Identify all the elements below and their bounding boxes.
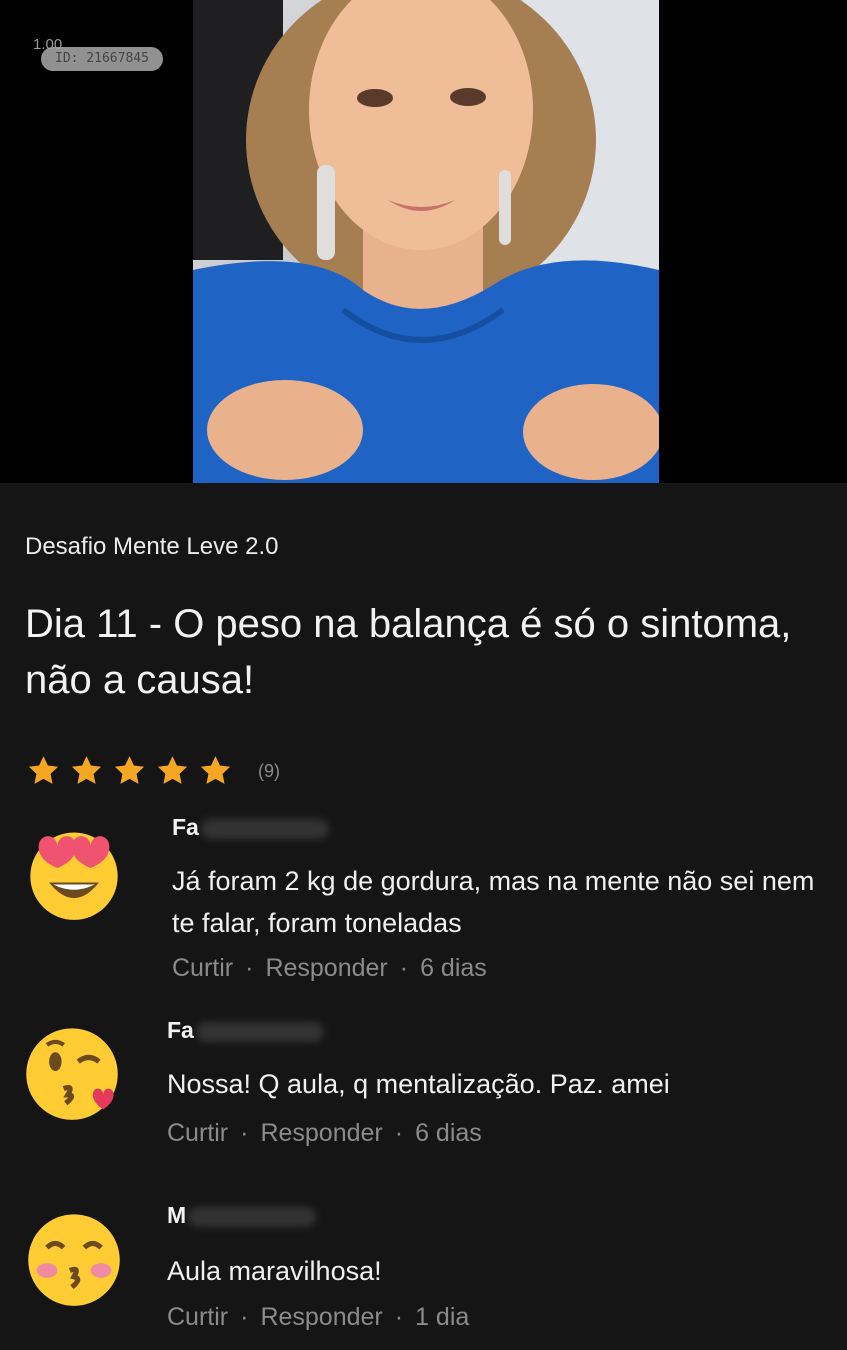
video-person-image xyxy=(193,0,659,483)
comment-author-name[interactable]: M xyxy=(167,1202,186,1228)
star-icon[interactable] xyxy=(25,754,62,788)
redacted-name xyxy=(195,1021,324,1042)
reply-link[interactable]: Responder xyxy=(260,1119,382,1147)
redacted-name xyxy=(200,818,329,839)
comment-author-name[interactable]: Fa xyxy=(172,814,199,840)
video-player[interactable]: 1.00 ID: 21667845 xyxy=(0,0,847,483)
separator-dot: · xyxy=(240,1303,249,1331)
kissing-face-with-smiling-eyes-icon xyxy=(28,1214,120,1306)
separator-dot: · xyxy=(240,1119,249,1147)
comment-text: Aula maravilhosa! xyxy=(167,1256,382,1286)
separator-dot: · xyxy=(399,954,409,982)
comment-item: Fa Nossa! Q aula, q mentalização. Paz. a… xyxy=(0,1015,847,1165)
comment-author[interactable]: Fa xyxy=(167,1017,324,1044)
star-icon[interactable] xyxy=(154,754,191,788)
star-icon[interactable] xyxy=(111,754,148,788)
star-icon[interactable] xyxy=(197,754,234,788)
rating-count: (9) xyxy=(258,760,280,781)
comment-time: 6 dias xyxy=(420,954,487,982)
smiling-face-with-heart-eyes-icon xyxy=(30,832,118,920)
lesson-title: Dia 11 - O peso na balança é só o sintom… xyxy=(25,602,792,702)
comment-author[interactable]: M xyxy=(167,1202,317,1229)
video-id-badge: ID: 21667845 xyxy=(41,47,163,71)
comment-author-name[interactable]: Fa xyxy=(167,1017,194,1043)
comment-actions: Curtir · Responder · 6 dias xyxy=(167,1119,482,1148)
face-blowing-a-kiss-icon xyxy=(26,1028,118,1120)
star-icon[interactable] xyxy=(68,754,105,788)
comment-time: 1 dia xyxy=(415,1303,470,1331)
comment-time: 6 dias xyxy=(415,1119,482,1147)
video-thumbnail[interactable] xyxy=(193,0,659,483)
like-link[interactable]: Curtir xyxy=(167,1119,228,1147)
reply-link[interactable]: Responder xyxy=(265,954,387,982)
redacted-name xyxy=(188,1206,317,1227)
separator-dot: · xyxy=(394,1303,404,1331)
comment-item: Fa Já foram 2 kg de gordura, mas na ment… xyxy=(0,812,847,992)
like-link[interactable]: Curtir xyxy=(167,1303,228,1331)
separator-dot: · xyxy=(394,1119,404,1147)
reply-link[interactable]: Responder xyxy=(260,1303,382,1331)
rating-stars[interactable]: (9) xyxy=(25,754,280,788)
course-name: Desafio Mente Leve 2.0 xyxy=(25,533,279,560)
comment-item: M Aula maravilhosa! Curtir · Responder · 1 d… xyxy=(0,1200,847,1350)
separator-dot: · xyxy=(245,954,254,982)
like-link[interactable]: Curtir xyxy=(172,954,233,982)
comment-author[interactable]: Fa xyxy=(172,814,329,841)
comment-text: Nossa! Q aula, q mentalização. Paz. amei xyxy=(167,1069,670,1099)
comment-text: Já foram 2 kg de gordura, mas na mente n… xyxy=(172,866,815,938)
comment-actions: Curtir · Responder · 6 dias xyxy=(172,954,487,983)
comment-actions: Curtir · Responder · 1 dia xyxy=(167,1303,469,1332)
